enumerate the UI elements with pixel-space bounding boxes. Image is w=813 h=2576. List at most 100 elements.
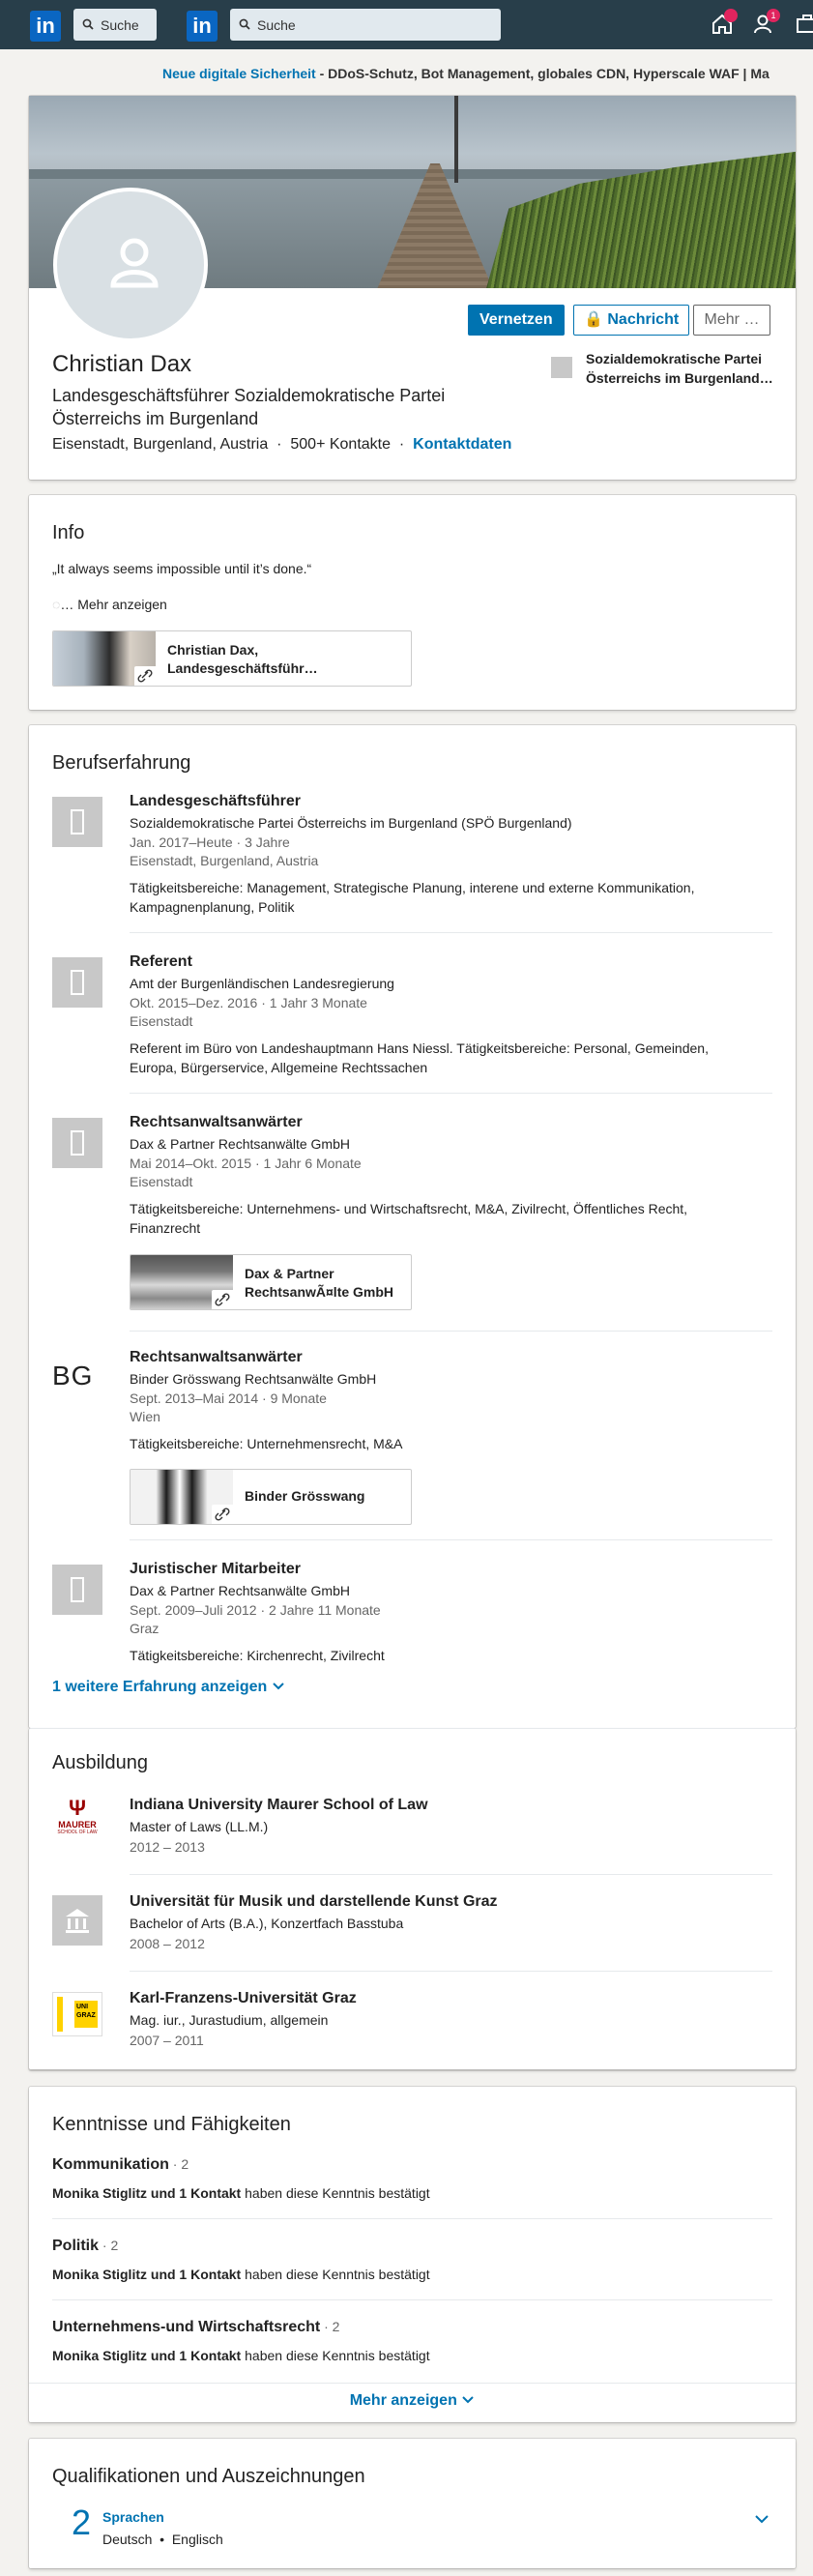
languages-list: Deutsch • Englisch bbox=[102, 2532, 223, 2547]
profile-connections[interactable]: 500+ Kontakte bbox=[290, 436, 391, 453]
media-attachment[interactable]: Dax & Partner RechtsanwÃ¤lte GmbH bbox=[130, 1254, 412, 1310]
divider bbox=[130, 932, 772, 933]
job-title: Juristischer Mitarbeiter bbox=[130, 1561, 301, 1577]
jobs-icon[interactable] bbox=[795, 12, 813, 37]
show-more-experience-button[interactable]: 1 weitere Erfahrung anzeigen bbox=[52, 1679, 285, 1696]
media-attachment[interactable]: Binder Grösswang bbox=[130, 1469, 412, 1525]
job-location: Wien bbox=[130, 1409, 160, 1424]
divider bbox=[52, 2218, 772, 2219]
skill-item[interactable]: Kommunikation · 2 Monika Stiglitz und 1 … bbox=[52, 2156, 772, 2201]
skill-name: Kommunikation bbox=[52, 2156, 169, 2173]
show-more-label: Mehr anzeigen bbox=[349, 2392, 457, 2409]
search-placeholder: Suche bbox=[101, 17, 139, 33]
job-description: Tätigkeitsbereiche: Unternehmensrecht, M… bbox=[130, 1436, 403, 1451]
company-logo: BG bbox=[52, 1361, 94, 1390]
media-title: Christian Dax, Landesgeschäftsführ… bbox=[167, 642, 318, 676]
search-icon bbox=[82, 18, 94, 30]
linkedin-logo[interactable]: in bbox=[30, 11, 61, 42]
company-logo-placeholder-icon bbox=[551, 357, 572, 378]
company-name: Amt der Burgenländischen Landesregierung bbox=[130, 976, 394, 991]
education-years: 2007 – 2011 bbox=[130, 2033, 204, 2048]
media-attachment[interactable]: Christian Dax, Landesgeschäftsführ… bbox=[52, 630, 412, 687]
network-badge: 1 bbox=[767, 9, 780, 22]
endorsement-text: Monika Stiglitz und 1 Kontakt haben dies… bbox=[52, 2185, 430, 2201]
degree: Mag. iur., Jurastudium, allgemein bbox=[130, 2012, 329, 2028]
school-logo: Ψ MAURER SCHOOL OF LAW bbox=[57, 1796, 98, 1836]
skill-item[interactable]: Unternehmens-und Wirtschaftsrecht · 2 Mo… bbox=[52, 2319, 772, 2363]
experience-section: Berufserfahrung Landesgeschäftsführer So… bbox=[29, 725, 796, 1728]
job-description: Tätigkeitsbereiche: Unternehmens- und Wi… bbox=[130, 1201, 688, 1236]
avatar[interactable] bbox=[53, 188, 208, 342]
endorsement-count: · 2 bbox=[168, 2156, 189, 2172]
job-title: Landesgeschäftsführer bbox=[130, 793, 301, 809]
current-company-name: Sozialdemokratische Partei Österreichs i… bbox=[586, 351, 773, 386]
link-icon bbox=[134, 666, 156, 686]
chevron-down-icon bbox=[272, 1679, 285, 1695]
job-dates: Sept. 2013–Mai 2014 · 9 Monate bbox=[130, 1390, 327, 1406]
job-description: Referent im Büro von Landeshauptmann Han… bbox=[130, 1040, 709, 1075]
company-name: Sozialdemokratische Partei Österreichs i… bbox=[130, 815, 572, 831]
show-more-link[interactable]: ◌… Mehr anzeigen bbox=[52, 597, 167, 612]
endorsement-count: · 2 bbox=[99, 2238, 119, 2253]
job-location: Eisenstadt, Burgenland, Austria bbox=[130, 853, 319, 868]
skill-name: Politik bbox=[52, 2238, 100, 2254]
profile-location: Eisenstadt, Burgenland, Austria bbox=[52, 436, 269, 453]
divider bbox=[52, 2299, 772, 2300]
connect-button[interactable]: Vernetzen bbox=[468, 305, 565, 336]
contact-info-link[interactable]: Kontaktdaten bbox=[413, 436, 511, 453]
school-name: Universität für Musik und darstellende K… bbox=[130, 1893, 498, 1910]
job-title: Referent bbox=[130, 953, 192, 970]
job-description: Tätigkeitsbereiche: Management, Strategi… bbox=[130, 880, 695, 915]
chevron-down-icon[interactable] bbox=[754, 2512, 769, 2530]
search-input[interactable]: Suche bbox=[230, 9, 501, 41]
profile-name: Christian Dax bbox=[52, 351, 192, 377]
more-button[interactable]: Mehr … bbox=[693, 305, 770, 336]
lock-icon: 🔒 bbox=[584, 311, 603, 328]
show-more-label: 1 weitere Erfahrung anzeigen bbox=[52, 1679, 268, 1695]
skills-show-more-button[interactable]: Mehr anzeigen bbox=[29, 2392, 796, 2410]
divider bbox=[130, 1539, 772, 1540]
ad-banner[interactable]: Neue digitale Sicherheit - DDoS-Schutz, … bbox=[0, 66, 813, 81]
company-logo-placeholder-icon bbox=[52, 1118, 102, 1168]
school-name: Karl-Franzens-Universität Graz bbox=[130, 1990, 357, 2006]
degree: Bachelor of Arts (B.A.), Konzertfach Bas… bbox=[130, 1916, 404, 1931]
accomplishment-count: 2 bbox=[72, 2503, 92, 2542]
endorsement-text: Monika Stiglitz und 1 Kontakt haben dies… bbox=[52, 2348, 430, 2363]
job-location: Graz bbox=[130, 1621, 160, 1636]
profile-top-card: Vernetzen 🔒 Nachricht Mehr … Christian D… bbox=[29, 96, 796, 480]
skill-item[interactable]: Politik · 2 Monika Stiglitz und 1 Kontak… bbox=[52, 2238, 772, 2282]
education-years: 2008 – 2012 bbox=[130, 1936, 205, 1951]
linkedin-logo-secondary[interactable]: in bbox=[187, 11, 218, 42]
job-dates: Jan. 2017–Heute · 3 Jahre bbox=[130, 834, 290, 850]
show-more-label: … Mehr anzeigen bbox=[60, 597, 167, 612]
ad-link[interactable]: Neue digitale Sicherheit bbox=[162, 66, 316, 81]
person-icon bbox=[110, 238, 159, 288]
notification-badge bbox=[724, 9, 738, 22]
skill-name: Unternehmens-und Wirtschaftsrecht bbox=[52, 2319, 321, 2335]
company-logo-placeholder-icon bbox=[52, 1565, 102, 1615]
company-logo-placeholder-icon bbox=[52, 957, 102, 1008]
info-section: Info „It always seems impossible until i… bbox=[29, 495, 796, 710]
message-button-label: Nachricht bbox=[607, 311, 680, 328]
media-title: Binder Grösswang bbox=[245, 1488, 365, 1504]
education-years: 2012 – 2013 bbox=[130, 1839, 205, 1855]
search-placeholder: Suche bbox=[257, 17, 296, 33]
home-icon[interactable] bbox=[710, 9, 738, 37]
media-title: Dax & Partner RechtsanwÃ¤lte GmbH bbox=[245, 1266, 394, 1300]
skills-section: Kenntnisse und Fähigkeiten Kommunikation… bbox=[29, 2087, 796, 2422]
message-button[interactable]: 🔒 Nachricht bbox=[573, 305, 690, 336]
profile-meta: Eisenstadt, Burgenland, Austria · 500+ K… bbox=[52, 436, 512, 453]
divider bbox=[130, 1331, 772, 1332]
school-logo-placeholder-icon bbox=[52, 1895, 102, 1946]
ad-text: - DDoS-Schutz, Bot Management, globales … bbox=[315, 66, 769, 81]
search-bar[interactable]: Suche bbox=[73, 9, 157, 41]
job-location: Eisenstadt bbox=[130, 1174, 193, 1189]
chevron-down-icon bbox=[461, 2392, 475, 2409]
endorsement-count: · 2 bbox=[320, 2319, 340, 2334]
network-icon[interactable]: 1 bbox=[752, 9, 780, 37]
accomplishment-label[interactable]: Sprachen bbox=[102, 2509, 164, 2525]
company-name: Dax & Partner Rechtsanwälte GmbH bbox=[130, 1136, 350, 1152]
divider bbox=[130, 1093, 772, 1094]
job-dates: Okt. 2015–Dez. 2016 · 1 Jahr 3 Monate bbox=[130, 995, 367, 1010]
about-text: „It always seems impossible until it’s d… bbox=[52, 561, 312, 576]
